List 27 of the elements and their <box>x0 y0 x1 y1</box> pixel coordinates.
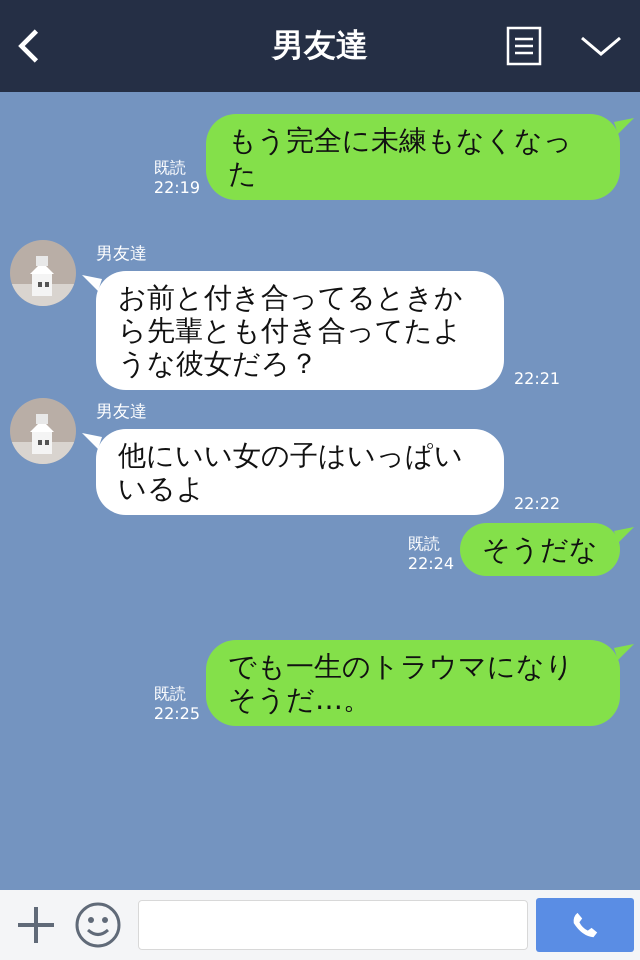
read-receipt: 既読 <box>154 684 186 704</box>
plus-icon[interactable] <box>16 905 56 945</box>
bubble-tail <box>614 118 634 134</box>
call-button[interactable] <box>536 898 634 952</box>
read-receipt: 既読 <box>154 158 186 178</box>
chevron-down-icon[interactable] <box>580 34 622 58</box>
bubble-tail <box>614 527 634 543</box>
timestamp: 22:24 <box>408 554 454 574</box>
timestamp: 22:25 <box>154 704 200 724</box>
message-bubble: 他にいい女の子はいっぱいいるよ <box>96 429 504 515</box>
timestamp: 22:21 <box>514 369 560 388</box>
bubble-tail <box>614 644 634 660</box>
sender-name: 男友達 <box>96 243 148 265</box>
timestamp: 22:19 <box>154 178 200 198</box>
timestamp: 22:22 <box>514 494 560 513</box>
read-receipt: 既読 <box>408 534 440 554</box>
message-bubble: お前と付き合ってるときから先輩とも付き合ってたような彼女だろ？ <box>96 271 504 390</box>
message-bubble: そうだな <box>460 523 620 576</box>
chat-title: 男友達 <box>272 25 368 66</box>
bubble-tail <box>82 275 102 291</box>
message-bubble: でも一生のトラウマになりそうだ…。 <box>206 640 620 726</box>
smiley-icon[interactable] <box>74 901 122 949</box>
note-icon[interactable] <box>506 26 542 66</box>
message-input[interactable] <box>138 900 528 950</box>
message-bubble: もう完全に未練もなくなった <box>206 114 620 200</box>
sender-name: 男友達 <box>96 401 148 423</box>
bubble-tail <box>82 433 102 449</box>
